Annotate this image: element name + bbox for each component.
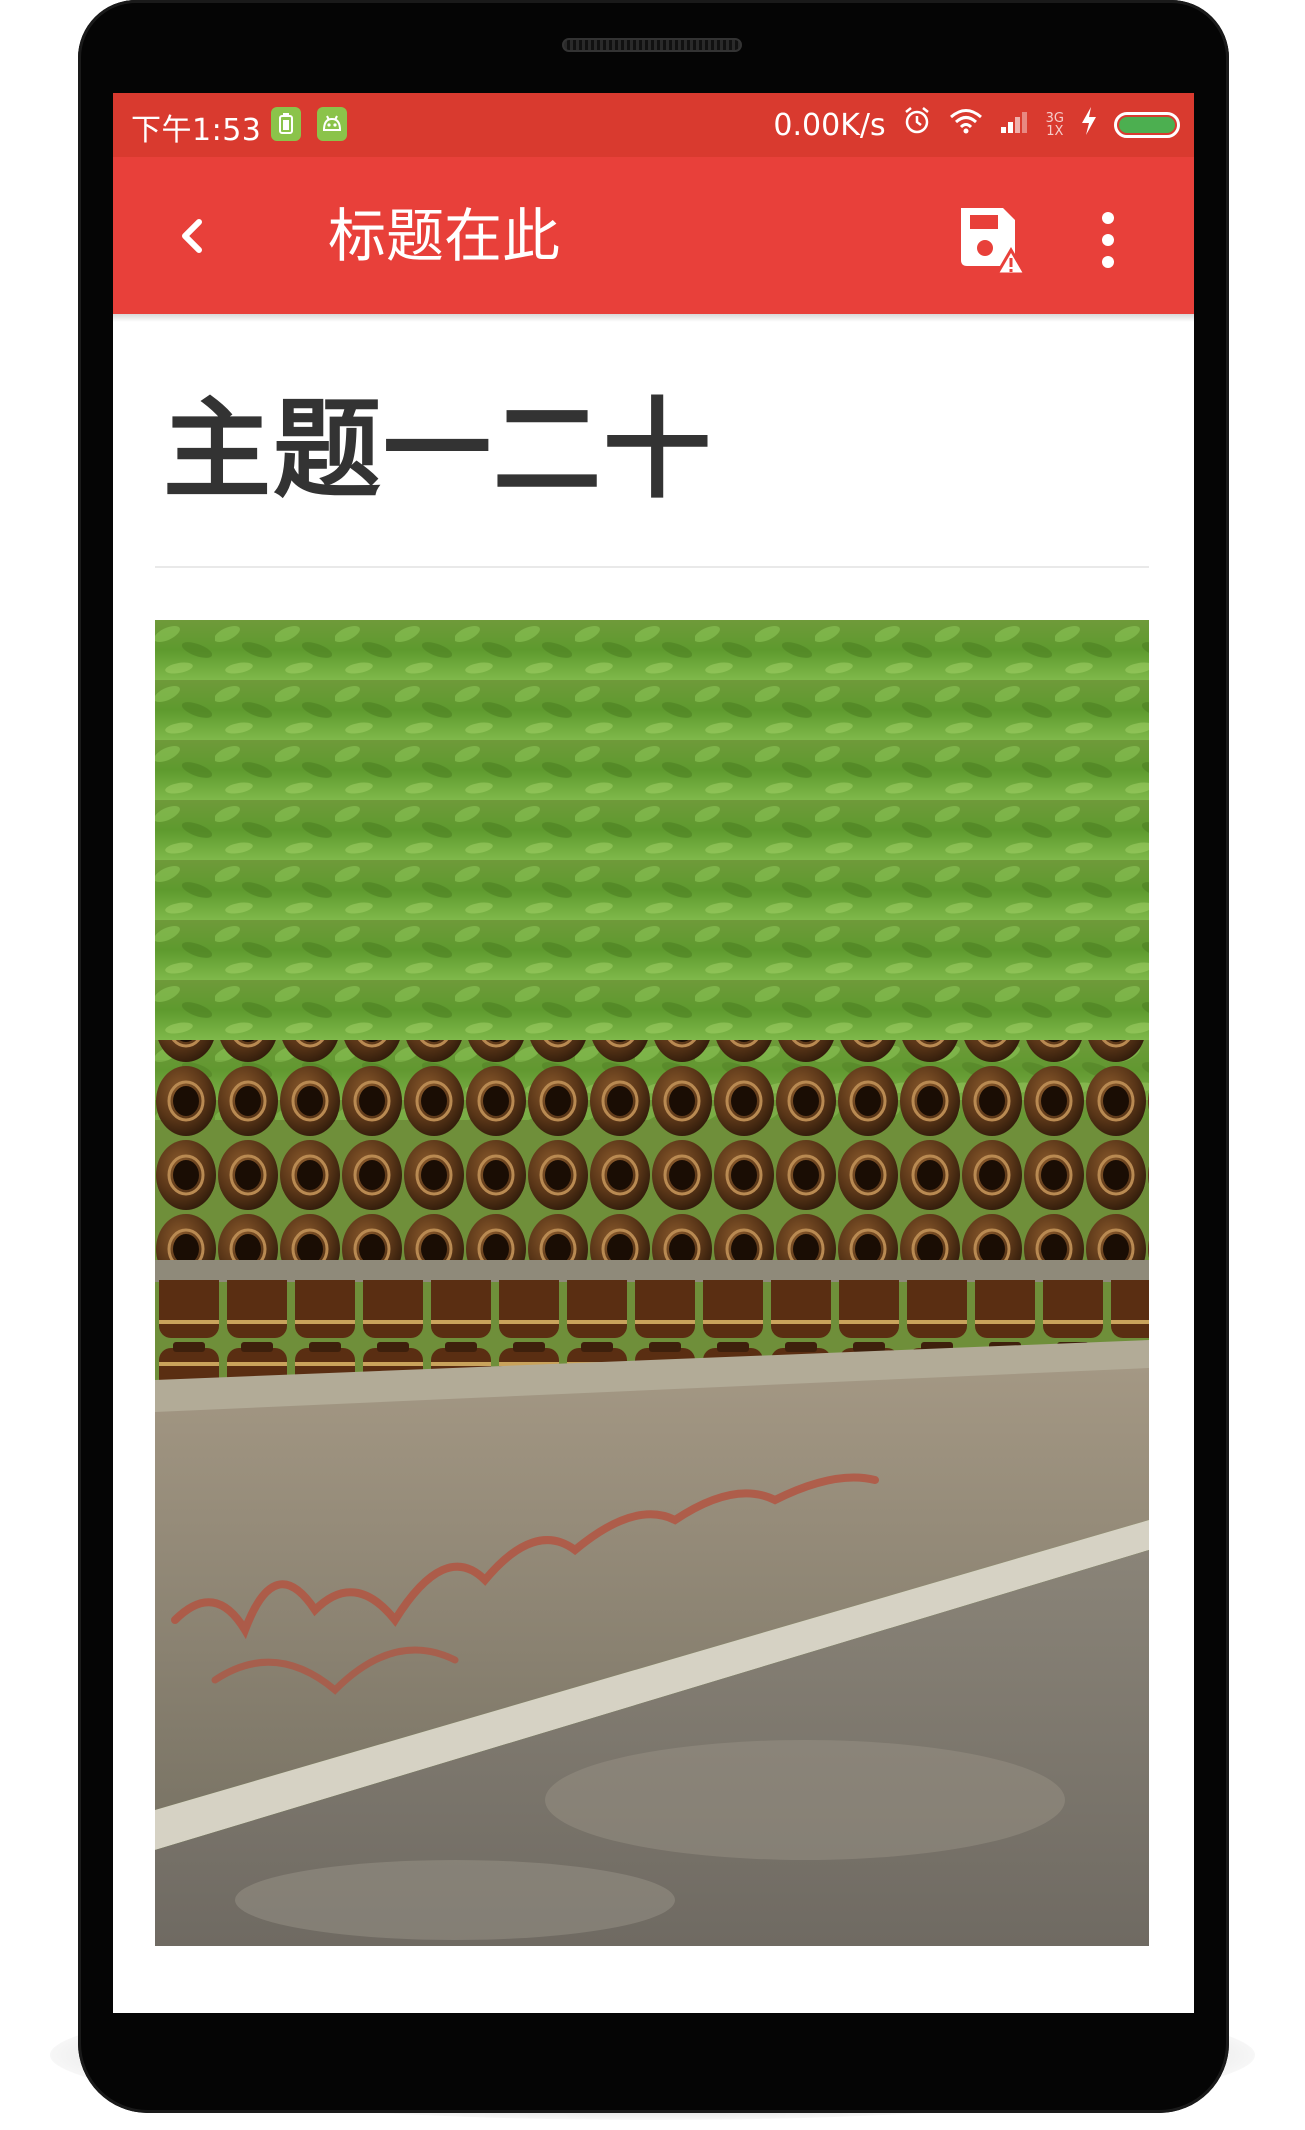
more-dot: [1102, 256, 1114, 268]
toolbar-title: 标题在此: [328, 202, 561, 270]
save-warning-icon: [961, 208, 1028, 276]
screen: 下午1:53 0.00K/s 3G 1X 标题在此 主题一二十: [113, 93, 1194, 2013]
signal-icon: [1000, 108, 1030, 143]
status-time: 下午1:53: [131, 113, 262, 148]
chevron-left-icon: [182, 219, 202, 253]
article-photo[interactable]: [155, 620, 1149, 1946]
battery-saver-icon: [271, 107, 301, 141]
toolbar-shadow: [113, 314, 1194, 322]
android-icon: [317, 107, 347, 141]
charging-icon: [1080, 106, 1098, 144]
app-toolbar: 标题在此: [113, 157, 1194, 314]
back-button[interactable]: [157, 201, 227, 271]
wifi-icon: [948, 107, 984, 143]
more-dot: [1102, 234, 1114, 246]
phone-frame: 下午1:53 0.00K/s 3G 1X 标题在此 主题一二十: [78, 0, 1229, 2113]
battery-icon: [1114, 112, 1180, 138]
battery-level-fill: [1119, 117, 1175, 133]
status-right-group: 0.00K/s 3G 1X: [773, 103, 1180, 147]
title-divider: [155, 566, 1149, 568]
save-button[interactable]: [953, 202, 1029, 278]
more-vertical-icon: [1102, 212, 1114, 224]
more-options-button[interactable]: [1083, 202, 1133, 278]
stage: 下午1:53 0.00K/s 3G 1X 标题在此 主题一二十: [0, 0, 1305, 2130]
network-type-bottom: 1X: [1046, 124, 1064, 139]
earpiece-speaker: [562, 38, 742, 52]
status-bar: 下午1:53 0.00K/s 3G 1X: [113, 93, 1194, 157]
alarm-icon: [902, 106, 932, 144]
network-speed: 0.00K/s: [773, 107, 886, 143]
article-title: 主题一二十: [163, 388, 714, 513]
wine-jar-wall-photo: [155, 620, 1149, 1946]
network-type: 3G 1X: [1046, 112, 1064, 138]
